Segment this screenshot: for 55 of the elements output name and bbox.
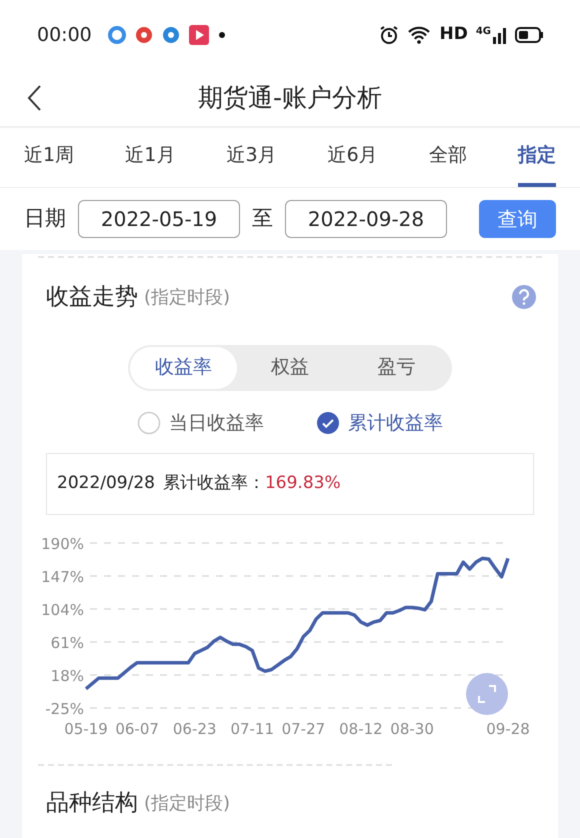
radio-checked-icon bbox=[316, 410, 340, 435]
dot-icon bbox=[218, 31, 226, 39]
period-tab[interactable]: 近6月 bbox=[328, 128, 378, 187]
section-subtitle: (指定时段) bbox=[144, 286, 230, 310]
expand-icon bbox=[477, 684, 497, 704]
app-notification-icon bbox=[134, 26, 153, 44]
play-icon bbox=[188, 25, 209, 45]
period-tab[interactable]: 近3月 bbox=[226, 128, 277, 187]
date-label: 日期 bbox=[24, 205, 66, 232]
section-title: 品种结构 bbox=[46, 789, 138, 818]
period-tab[interactable]: 近1月 bbox=[125, 128, 176, 187]
back-icon bbox=[26, 84, 42, 112]
x-axis-label: 08-30 bbox=[390, 720, 434, 738]
query-button[interactable]: 查询 bbox=[479, 200, 556, 238]
x-axis-label: 09-28 bbox=[486, 720, 530, 738]
summary-value: 169.83% bbox=[264, 472, 341, 496]
x-axis-label: 07-27 bbox=[282, 720, 326, 738]
segment-tab[interactable]: 权益 bbox=[236, 346, 344, 388]
summary-date: 2022/09/28 bbox=[57, 472, 155, 496]
x-axis-label: 08-12 bbox=[339, 720, 383, 738]
y-axis-label: 18% bbox=[50, 667, 84, 685]
help-icon[interactable] bbox=[512, 285, 536, 310]
x-axis-label: 06-07 bbox=[115, 720, 159, 738]
start-date-field[interactable]: 2022-05-19 bbox=[78, 200, 240, 238]
signal-label: 4G bbox=[476, 24, 491, 38]
end-date-field[interactable]: 2022-09-28 bbox=[285, 200, 447, 238]
section-subtitle: (指定时段) bbox=[144, 792, 230, 816]
status-time: 00:00 bbox=[37, 22, 92, 48]
segment-tab[interactable]: 盈亏 bbox=[343, 346, 450, 388]
section-title: 收益走势 bbox=[46, 283, 138, 312]
x-axis-label: 07-11 bbox=[230, 720, 274, 738]
x-axis-label: 06-23 bbox=[172, 720, 216, 738]
app-notification-icon bbox=[108, 26, 126, 44]
segment-tab[interactable]: 收益率 bbox=[130, 346, 237, 388]
battery-icon bbox=[515, 27, 543, 43]
period-tab[interactable]: 全部 bbox=[428, 128, 467, 187]
y-axis-label: 61% bbox=[50, 634, 84, 652]
y-axis-label: -25% bbox=[45, 700, 84, 718]
radio-option[interactable]: 累计收益率 bbox=[316, 408, 443, 437]
radio-option[interactable]: 当日收益率 bbox=[137, 408, 264, 437]
summary-label: 累计收益率： bbox=[162, 472, 265, 496]
page-title: 期货通-账户分析 bbox=[198, 82, 382, 114]
app-notification-icon bbox=[162, 26, 180, 44]
network-label: HD bbox=[439, 23, 468, 46]
period-tab[interactable]: 近1周 bbox=[24, 128, 74, 187]
signal-icon bbox=[493, 26, 507, 44]
x-axis-label: 05-19 bbox=[64, 720, 108, 738]
wifi-icon bbox=[407, 26, 432, 44]
y-axis-label: 104% bbox=[41, 601, 84, 619]
y-axis-label: 147% bbox=[41, 568, 84, 586]
y-axis-label: 190% bbox=[41, 535, 84, 553]
alarm-icon bbox=[379, 25, 400, 45]
fullscreen-button[interactable] bbox=[466, 673, 508, 715]
radio-unchecked-icon bbox=[137, 410, 161, 435]
date-separator: 至 bbox=[252, 205, 273, 232]
